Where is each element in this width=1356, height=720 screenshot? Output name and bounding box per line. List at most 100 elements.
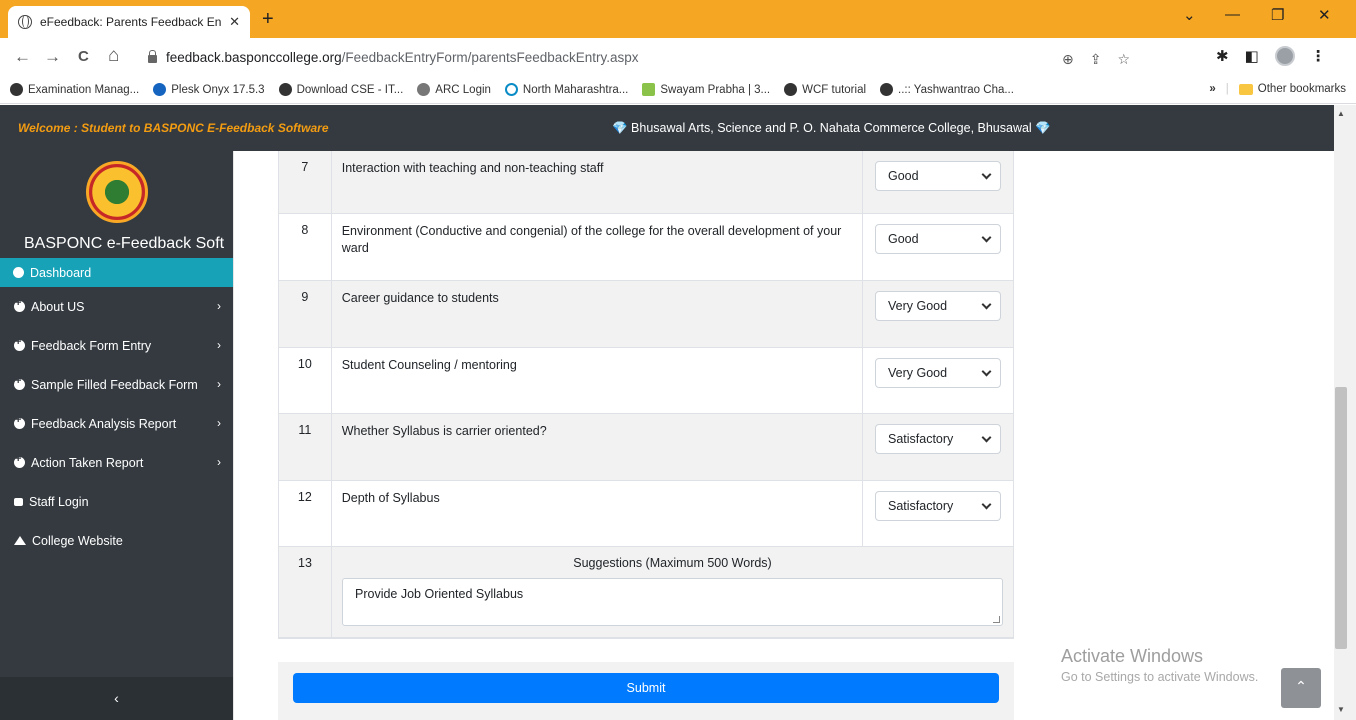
sidebar-item-feedback-form-entry[interactable]: Feedback Form Entry › — [0, 326, 233, 365]
scroll-up-icon[interactable]: ▲ — [1337, 109, 1345, 118]
suggestions-textarea[interactable]: Provide Job Oriented Syllabus — [342, 578, 1003, 626]
arc-icon — [417, 83, 431, 96]
tab-search-icon[interactable]: ⌄ — [1183, 6, 1196, 24]
chevron-down-icon — [981, 499, 992, 509]
close-tab-icon[interactable]: ✕ — [229, 14, 240, 30]
chevron-down-icon — [981, 366, 992, 376]
side-panel-icon[interactable]: ◧ — [1245, 47, 1259, 65]
page-scrollbar[interactable]: ▲ ▼ — [1334, 105, 1356, 720]
rating-select[interactable]: Satisfactory — [875, 491, 1001, 521]
submit-button[interactable]: Submit — [293, 673, 999, 703]
scrollbar-thumb[interactable] — [1335, 387, 1347, 649]
zoom-icon[interactable]: ⊕ — [1062, 51, 1074, 68]
rating-select[interactable]: Good — [875, 224, 1001, 254]
suggestions-label: Suggestions (Maximum 500 Words) — [573, 556, 772, 570]
plesk-icon — [153, 83, 167, 96]
sidebar-item-sample-filled-feedback-form[interactable]: Sample Filled Feedback Form › — [0, 365, 233, 404]
sidebar-item-college-website[interactable]: College Website — [0, 521, 233, 560]
browser-tab[interactable]: eFeedback: Parents Feedback Ent ✕ — [8, 6, 250, 38]
globe-icon — [18, 15, 32, 29]
scroll-down-icon[interactable]: ▼ — [1337, 705, 1345, 714]
question-number: 8 — [279, 214, 332, 280]
question-text: Depth of Syllabus — [332, 481, 863, 546]
back-to-top-button[interactable]: ⌃ — [1281, 668, 1321, 708]
question-text: Career guidance to students — [332, 281, 863, 347]
sidebar-item-staff-login[interactable]: Staff Login — [0, 482, 233, 521]
question-number: 9 — [279, 281, 332, 347]
browser-menu-icon[interactable]: ⋮ — [1311, 47, 1326, 65]
url-path: /FeedbackEntryForm/parentsFeedbackEntry.… — [341, 49, 639, 65]
reload-button[interactable]: C — [78, 48, 89, 65]
maximize-button[interactable]: ❐ — [1271, 6, 1284, 24]
question-number: 12 — [279, 481, 332, 546]
rating-select[interactable]: Very Good — [875, 291, 1001, 321]
rating-select[interactable]: Good — [875, 161, 1001, 191]
sidebar-item-feedback-analysis-report[interactable]: Feedback Analysis Report › — [0, 404, 233, 443]
submit-footer: Submit — [278, 662, 1014, 720]
folder-icon — [1238, 83, 1253, 95]
back-button[interactable]: ← — [14, 47, 31, 67]
extensions-icon[interactable]: ✱ — [1216, 47, 1229, 65]
question-text: Whether Syllabus is carrier oriented? — [332, 414, 863, 480]
bookmark-item[interactable]: Plesk Onyx 17.5.3 — [153, 83, 265, 96]
bookmark-item[interactable]: Swayam Prabha | 3... — [642, 83, 770, 96]
sidebar: BASPONC e-Feedback Soft Dashboard About … — [0, 151, 233, 720]
chevron-right-icon: › — [217, 455, 221, 469]
table-row: 9 Career guidance to students Very Good — [279, 281, 1013, 348]
bookmark-item[interactable]: North Maharashtra... — [504, 83, 628, 96]
bookmark-divider: | — [1225, 83, 1229, 95]
sidebar-item-action-taken-report[interactable]: Action Taken Report › — [0, 443, 233, 482]
home-icon — [14, 536, 26, 545]
app-header: Welcome : Student to BASPONC E-Feedback … — [0, 105, 1334, 151]
globe-icon — [784, 83, 798, 96]
new-tab-button[interactable]: + — [262, 8, 274, 31]
minimize-button[interactable]: — — [1225, 6, 1240, 23]
question-number: 11 — [279, 414, 332, 480]
chevron-right-icon: › — [217, 416, 221, 430]
bookmark-item[interactable]: ARC Login — [417, 83, 491, 96]
url-bar[interactable]: feedback.basponccollege.org/FeedbackEntr… — [140, 43, 1150, 71]
bookmarks-bar: Examination Manag... Plesk Onyx 17.5.3 D… — [0, 76, 1356, 104]
question-number: 7 — [279, 151, 332, 213]
plus-circle-icon — [14, 336, 25, 351]
rating-select[interactable]: Satisfactory — [875, 424, 1001, 454]
more-bookmarks-button[interactable]: » — [1209, 83, 1215, 95]
question-text: Student Counseling / mentoring — [332, 348, 863, 413]
plus-circle-icon — [14, 414, 25, 429]
chevron-down-icon — [981, 432, 992, 442]
table-row: 13 Suggestions (Maximum 500 Words) Provi… — [279, 547, 1013, 638]
globe-icon — [880, 83, 894, 96]
bookmark-star-icon[interactable]: ☆ — [1117, 51, 1130, 68]
question-number: 13 — [279, 547, 332, 637]
home-button[interactable]: ⌂ — [108, 45, 119, 67]
nmu-icon — [504, 83, 518, 96]
forward-button[interactable]: → — [44, 47, 61, 67]
close-window-button[interactable]: ✕ — [1318, 6, 1331, 24]
resize-handle-icon[interactable] — [993, 616, 1000, 623]
swayam-icon — [642, 83, 656, 96]
sidebar-collapse-button[interactable]: ‹ — [0, 677, 233, 720]
college-name: 💎 Bhusawal Arts, Science and P. O. Nahat… — [612, 121, 1051, 135]
lock-icon — [148, 50, 157, 63]
table-row: 11 Whether Syllabus is carrier oriented?… — [279, 414, 1013, 481]
dashboard-icon — [13, 267, 24, 278]
bookmark-item[interactable]: WCF tutorial — [784, 83, 866, 96]
profile-avatar[interactable] — [1274, 46, 1295, 66]
share-icon[interactable]: ⇪ — [1090, 51, 1102, 68]
bookmark-item[interactable]: ..:: Yashwantrao Cha... — [880, 83, 1014, 96]
sidebar-item-dashboard[interactable]: Dashboard — [0, 258, 233, 287]
chevron-right-icon: › — [217, 299, 221, 313]
welcome-text: Welcome : Student to BASPONC E-Feedback … — [18, 121, 329, 135]
sidebar-menu: Dashboard About US › Feedback Form Entry… — [0, 258, 233, 560]
tab-title: eFeedback: Parents Feedback Ent — [40, 15, 222, 29]
bookmark-item[interactable]: Download CSE - IT... — [278, 83, 403, 96]
plus-circle-icon — [14, 453, 25, 468]
sidebar-item-about-us[interactable]: About US › — [0, 287, 233, 326]
chevron-down-icon — [981, 232, 992, 242]
college-logo — [86, 161, 148, 223]
globe-icon — [278, 83, 292, 96]
chevron-right-icon: › — [217, 338, 221, 352]
other-bookmarks-folder[interactable]: Other bookmarks — [1238, 83, 1346, 95]
bookmark-item[interactable]: Examination Manag... — [10, 83, 139, 96]
rating-select[interactable]: Very Good — [875, 358, 1001, 388]
